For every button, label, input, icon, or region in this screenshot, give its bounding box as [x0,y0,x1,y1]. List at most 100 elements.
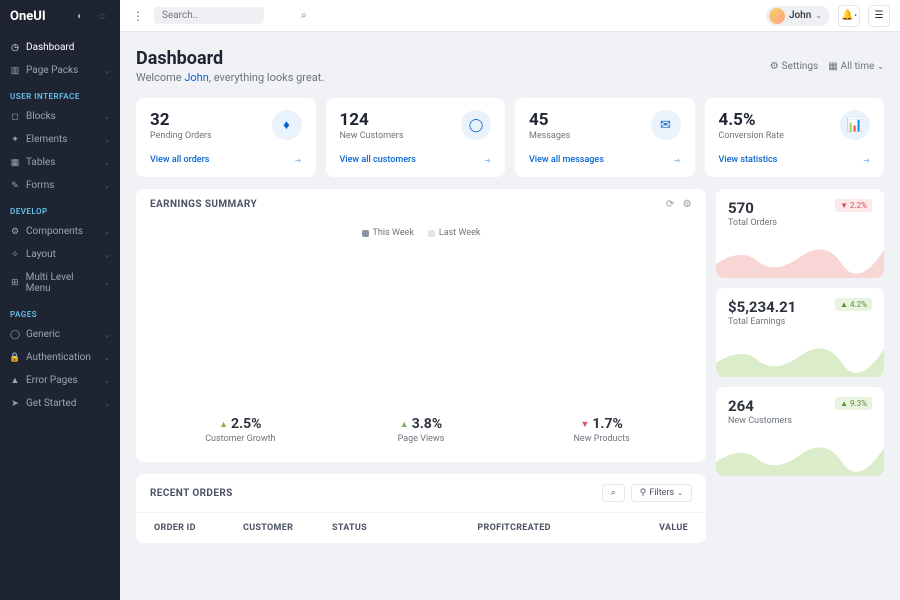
sidebar-item-errors[interactable]: ▲Error Pages⌄ [0,369,120,392]
chevron-down-icon: ⌄ [104,354,110,362]
fire-icon: ▲ [10,376,20,386]
stat-label: Pending Orders [150,131,272,141]
caret-down-icon: ▼ [840,201,848,210]
stat-link[interactable]: View all messages➜ [529,155,681,165]
sidebar-item-multi[interactable]: ⊞Multi Level Menu⌄ [0,266,120,300]
earnings-title: EARNINGS SUMMARY [150,199,257,210]
earnings-panel: EARNINGS SUMMARY ⟳ ⚙ This Week Last Week [136,189,706,462]
menu-toggle-icon[interactable]: ⋮ [130,8,146,24]
filters-button[interactable]: ⚲Filters⌄ [631,484,692,502]
orders-search-button[interactable]: ⌕ [602,484,625,502]
mini-number: 264 [728,397,792,415]
rocket-icon: ➤ [10,399,20,409]
grid-icon: ▦ [10,158,20,168]
settings-link[interactable]: ⚙Settings [770,61,818,72]
elements-icon: ✦ [10,135,20,145]
calendar-icon: ▦ [828,61,837,72]
legend-last-week: Last Week [428,228,481,238]
apps-button[interactable]: ☰ [868,5,890,27]
table-column-header: STATUS [332,523,421,533]
table-column-header: CUSTOMER [243,523,332,533]
moon-icon[interactable]: ◐ [72,8,88,24]
sidebar-item-elements[interactable]: ✦Elements⌄ [0,128,120,151]
earnings-chart [150,248,692,398]
time-range-dropdown[interactable]: ▦All time⌄ [828,61,884,72]
sidebar-heading-dev: DEVELOP [0,197,120,220]
layers-icon: ▥ [10,66,20,76]
sidebar-item-tables[interactable]: ▦Tables⌄ [0,151,120,174]
mini-card: $5,234.21Total Earnings ▲4.2% [716,288,884,377]
mini-number: 570 [728,199,777,217]
stat-link[interactable]: View all orders➜ [150,155,302,165]
gear-icon: ⚙ [770,61,779,72]
arrow-right-icon: ➜ [863,156,870,165]
note-icon: ✎ [10,181,20,191]
caret-up-icon: ▲ [840,300,848,309]
sidebar-item-forms[interactable]: ✎Forms⌄ [0,174,120,197]
user-link[interactable]: John [184,71,208,84]
arrow-right-icon: ➜ [484,156,491,165]
chevron-down-icon: ⌄ [104,159,110,167]
brand-logo[interactable]: OneUI [10,9,66,24]
sidebar-item-get-started[interactable]: ➤Get Started⌄ [0,392,120,415]
sidebar-item-auth[interactable]: 🔒Authentication⌄ [0,346,120,369]
notifications-button[interactable]: 🔔• [838,5,860,27]
table-column-header: ORDER ID [154,523,243,533]
topbar: ⋮ ⌕ John ⌄ 🔔• ☰ [120,0,900,32]
mini-label: Total Orders [728,218,777,228]
chevron-down-icon: ⌄ [104,67,110,75]
user-menu[interactable]: John ⌄ [766,6,830,26]
sparkline [716,434,884,476]
sidebar-item-layout[interactable]: ✧Layout⌄ [0,243,120,266]
search-input[interactable] [162,10,295,21]
stat-card: 4.5%Conversion Rate 📊 View statistics➜ [705,98,885,177]
recent-orders-title: RECENT ORDERS [150,488,596,499]
search-box[interactable]: ⌕ [154,7,264,24]
sidebar-item-generic[interactable]: ◯Generic⌄ [0,323,120,346]
arrow-right-icon: ➜ [674,156,681,165]
sidebar-item-components[interactable]: ⚙Components⌄ [0,220,120,243]
trend-badge: ▲9.3% [835,397,872,410]
stat-number: 32 [150,110,272,130]
stat-icon: ✉ [651,110,681,140]
stat-card: 45Messages ✉ View all messages➜ [515,98,695,177]
table-column-header: CREATED [510,523,599,533]
caret-up-icon: ▲ [219,419,228,430]
chevron-down-icon: ⌄ [104,279,110,287]
stat-link[interactable]: View statistics➜ [719,155,871,165]
metric: ▲3.8%Page Views [331,416,512,444]
stat-number: 45 [529,110,651,130]
sparkline [716,236,884,278]
sparkline [716,335,884,377]
avatar [769,8,785,24]
sidebar-heading-ui: USER INTERFACE [0,82,120,105]
table-column-header: VALUE [599,523,688,533]
list-icon: ☰ [875,10,884,21]
chevron-down-icon: ⌄ [104,136,110,144]
stat-card: 32Pending Orders ♦ View all orders➜ [136,98,316,177]
trend-badge: ▲4.2% [835,298,872,311]
caret-up-icon: ▲ [840,399,848,408]
caret-down-icon: ▼ [580,419,589,430]
metric: ▼1.7%New Products [511,416,692,444]
sidebar-item-blocks[interactable]: ◻Blocks⌄ [0,105,120,128]
sidebar-item-dashboard[interactable]: ◷Dashboard [0,36,120,59]
stat-label: Conversion Rate [719,131,841,141]
stat-card: 124New Customers ◯ View all customers➜ [326,98,506,177]
chevron-down-icon: ⌄ [104,377,110,385]
sidebar-item-page-packs[interactable]: ▥Page Packs⌄ [0,59,120,82]
dashed-circle-icon[interactable]: ◌ [94,8,110,24]
search-icon[interactable]: ⌕ [301,10,307,21]
stat-link[interactable]: View all customers➜ [340,155,492,165]
gear-icon[interactable]: ⚙ [683,199,692,210]
recent-orders-panel: RECENT ORDERS ⌕ ⚲Filters⌄ ORDER IDCUSTOM… [136,474,706,543]
caret-up-icon: ▲ [400,419,409,430]
chevron-down-icon: ⌄ [104,113,110,121]
stat-icon: 📊 [840,110,870,140]
mini-number: $5,234.21 [728,298,796,316]
refresh-icon[interactable]: ⟳ [666,199,675,210]
chevron-down-icon: ⌄ [104,228,110,236]
stat-icon: ♦ [272,110,302,140]
stat-number: 124 [340,110,462,130]
sidebar-heading-pages: PAGES [0,300,120,323]
